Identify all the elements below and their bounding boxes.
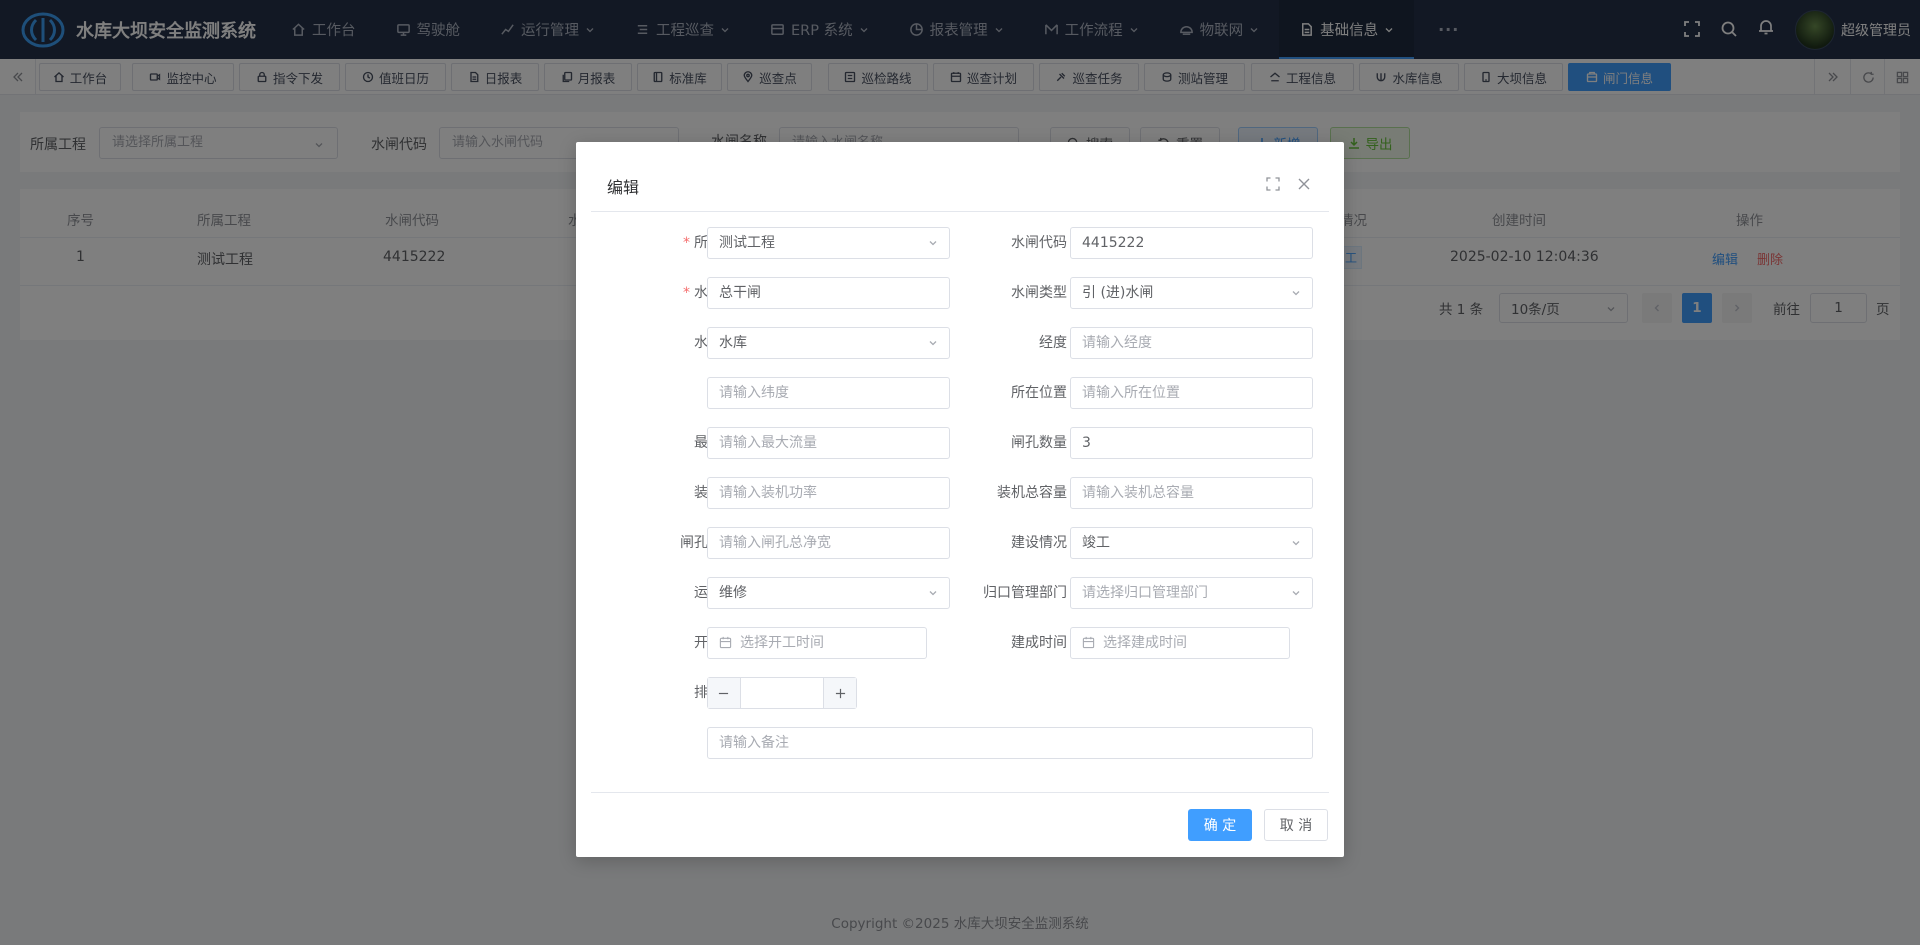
build-status-label: 建设情况: [1011, 535, 1067, 551]
sort-stepper[interactable]: [707, 677, 857, 709]
install-capacity-label: 装机总容量: [997, 485, 1067, 501]
dept-label: 归口管理部门: [983, 585, 1067, 601]
hole-count-label: 闸孔数量: [1011, 435, 1067, 451]
close-icon[interactable]: [1297, 177, 1311, 191]
decrement-button[interactable]: [708, 678, 740, 708]
dialog-title: 编辑: [607, 178, 640, 197]
sort-input[interactable]: [739, 678, 825, 708]
hole-count-input[interactable]: 3: [1070, 427, 1313, 459]
dialog-header-divider: [591, 211, 1329, 212]
longitude-input[interactable]: 请输入经度: [1070, 327, 1313, 359]
location-input[interactable]: 请输入所在位置: [1070, 377, 1313, 409]
calendar-icon: [1082, 636, 1095, 649]
install-capacity-input[interactable]: 请输入装机总容量: [1070, 477, 1313, 509]
increment-button[interactable]: [824, 678, 856, 708]
gate-code-input[interactable]: 4415222: [1070, 227, 1313, 259]
finish-time-picker[interactable]: 选择建成时间: [1070, 627, 1290, 659]
dept-select[interactable]: 请选择归口管理部门: [1070, 577, 1313, 609]
chevron-down-icon: [1292, 541, 1300, 546]
remark-input[interactable]: 请输入备注: [707, 727, 1313, 759]
dialog-footer-divider: [591, 792, 1329, 793]
maximize-icon[interactable]: [1266, 177, 1280, 191]
plus-icon: [835, 688, 845, 698]
cancel-button[interactable]: 取 消: [1264, 809, 1328, 841]
build-status-select[interactable]: 竣工: [1070, 527, 1313, 559]
longitude-label: 经度: [1039, 335, 1067, 351]
finish-time-label: 建成时间: [1011, 635, 1067, 651]
gate-code-label: 水闸代码: [1011, 235, 1067, 251]
edit-dialog: 编辑 *所属工程 测试工程 水闸代码 4415222 *水闸名称 总干闸 水闸类…: [576, 142, 1344, 857]
location-label: 所在位置: [1011, 385, 1067, 401]
minus-icon: [719, 692, 729, 694]
chevron-down-icon: [1292, 291, 1300, 296]
gate-type-select[interactable]: 引 (进)水闸: [1070, 277, 1313, 309]
gate-type-label: 水闸类型: [1011, 285, 1067, 301]
calendar-icon: [719, 636, 732, 649]
confirm-button[interactable]: 确 定: [1188, 809, 1252, 841]
chevron-down-icon: [1292, 591, 1300, 596]
